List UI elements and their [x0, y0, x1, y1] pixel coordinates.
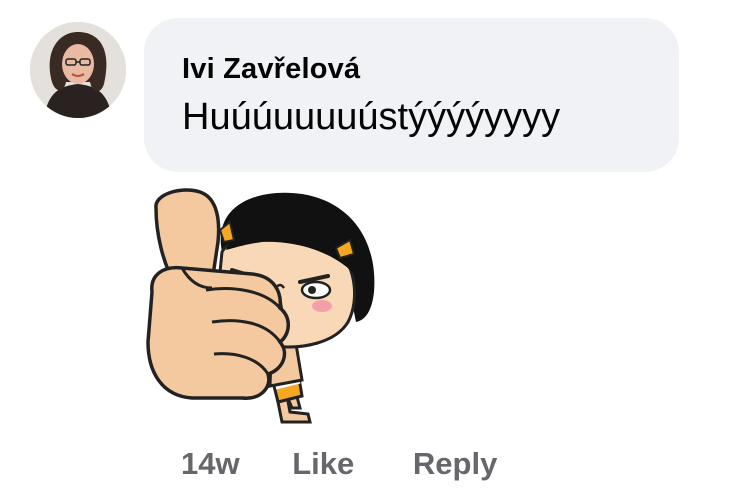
comment-timestamp[interactable]: 14w — [181, 446, 240, 482]
reply-button[interactable]: Reply — [413, 446, 497, 482]
comment-author-name[interactable]: Ivi Zavřelová — [182, 52, 641, 86]
like-button[interactable]: Like — [292, 446, 354, 482]
avatar-photo-icon — [30, 22, 126, 118]
thumbs-up-girl-icon — [146, 188, 375, 424]
comment-actions: 14w Like Reply — [181, 446, 497, 486]
comment-bubble: Ivi Zavřelová Huúúuuuuústýýýýyyyy — [144, 18, 679, 172]
comment-text: Huúúuuuuústýýýýyyyy — [182, 96, 561, 138]
thumbs-up-sticker[interactable] — [142, 182, 392, 427]
author-avatar[interactable] — [30, 22, 126, 118]
